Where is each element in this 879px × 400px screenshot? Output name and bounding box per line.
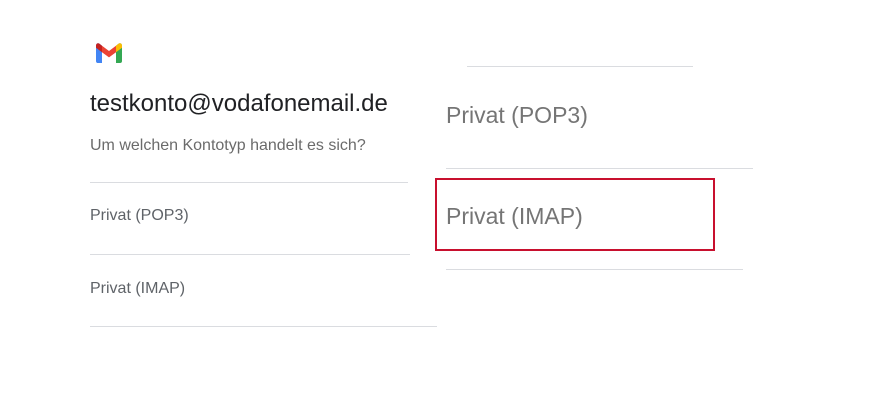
account-email: testkonto@vodafonemail.de [90, 90, 388, 117]
divider [90, 182, 408, 183]
divider [467, 66, 693, 67]
zoomed-imap-option[interactable]: Privat (IMAP) [446, 203, 583, 230]
gmail-logo-icon [96, 43, 122, 63]
divider [90, 254, 410, 255]
zoomed-pop3-option[interactable]: Privat (POP3) [446, 102, 588, 129]
divider [446, 269, 743, 270]
divider [90, 326, 437, 327]
account-type-pop3-option[interactable]: Privat (POP3) [90, 207, 189, 225]
divider [446, 168, 753, 169]
account-type-imap-option[interactable]: Privat (IMAP) [90, 280, 185, 298]
account-type-question: Um welchen Kontotyp handelt es sich? [90, 137, 366, 154]
